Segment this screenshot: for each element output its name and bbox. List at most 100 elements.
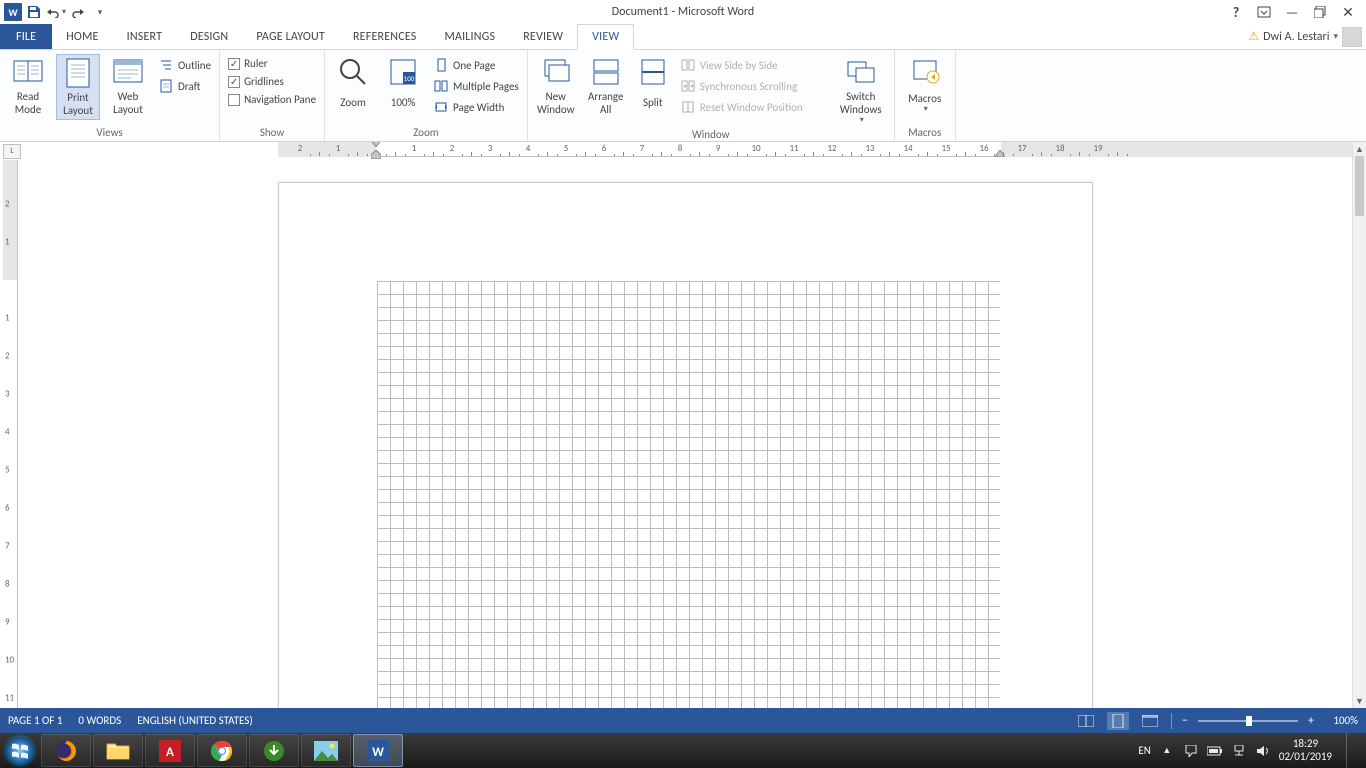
tray-volume-icon[interactable]	[1255, 743, 1271, 759]
ruler-checkbox[interactable]: ✓ Ruler	[226, 56, 318, 71]
gridlines-checkbox[interactable]: ✓ Gridlines	[226, 74, 318, 89]
print-layout-button[interactable]: Print Layout	[56, 54, 100, 120]
vertical-scrollbar[interactable]: ▲ ▼	[1352, 142, 1366, 708]
group-zoom: Zoom 100 100% One Page Multiple Pages Pa…	[325, 50, 528, 141]
arrange-all-button[interactable]: Arrange All	[584, 54, 628, 118]
svg-text:A: A	[166, 745, 174, 760]
tab-references[interactable]: REFERENCES	[339, 24, 431, 49]
vertical-ruler[interactable]: 211234567891011	[3, 160, 18, 708]
group-show: ✓ Ruler ✓ Gridlines Navigation Pane Show	[220, 50, 325, 141]
one-page-button[interactable]: One Page	[431, 56, 521, 74]
tray-time: 18:29	[1279, 738, 1332, 751]
web-layout-view-button[interactable]	[1139, 712, 1161, 730]
tab-selector[interactable]: L	[3, 144, 21, 159]
minimize-button[interactable]: —	[1282, 2, 1302, 22]
tray-battery-icon[interactable]	[1207, 743, 1223, 759]
taskbar-chrome[interactable]	[197, 734, 247, 767]
tab-review[interactable]: REVIEW	[509, 24, 577, 49]
scroll-up-button[interactable]: ▲	[1353, 142, 1366, 156]
split-button[interactable]: Split	[634, 54, 672, 118]
zoom-button[interactable]: Zoom	[331, 54, 375, 118]
taskbar-photo-viewer[interactable]	[301, 734, 351, 767]
web-layout-icon	[112, 56, 144, 88]
chevron-down-icon[interactable]: ▾	[1333, 31, 1338, 42]
word-app-icon: W	[4, 3, 22, 21]
tray-clock[interactable]: 18:29 02/01/2019	[1279, 738, 1332, 763]
zoom-slider-thumb[interactable]	[1246, 716, 1252, 726]
zoom-level[interactable]: 100%	[1324, 714, 1358, 727]
outline-button[interactable]: Outline	[156, 56, 213, 74]
tab-insert[interactable]: INSERT	[113, 24, 177, 49]
pdf-icon: A	[159, 740, 181, 762]
tray-network-icon[interactable]	[1231, 743, 1247, 759]
hanging-indent-marker[interactable]	[371, 150, 381, 159]
group-macros-label: Macros	[901, 126, 949, 141]
tab-page-layout[interactable]: PAGE LAYOUT	[242, 24, 339, 49]
save-button[interactable]	[24, 2, 44, 22]
tray-language[interactable]: EN	[1138, 744, 1150, 757]
status-bar: PAGE 1 OF 1 0 WORDS ENGLISH (UNITED STAT…	[0, 708, 1366, 733]
horizontal-ruler[interactable]: 2112345678910111213141516171819	[278, 142, 1346, 157]
restore-button[interactable]	[1310, 2, 1330, 22]
tab-mailings[interactable]: MAILINGS	[430, 24, 509, 49]
outline-icon	[158, 57, 174, 73]
quick-access-toolbar: W ▾ ▾	[0, 2, 110, 22]
user-account[interactable]: ⚠ Dwi A. Lestari ▾	[1248, 24, 1362, 49]
checkbox-icon: ✓	[228, 58, 240, 70]
close-button[interactable]: ✕	[1338, 2, 1358, 22]
nav-pane-checkbox[interactable]: Navigation Pane	[226, 92, 318, 107]
undo-button[interactable]: ▾	[46, 2, 66, 22]
first-line-indent-marker[interactable]	[371, 142, 381, 147]
ribbon: Read Mode Print Layout Web Layout Outlin…	[0, 50, 1366, 142]
taskbar-idm[interactable]	[249, 734, 299, 767]
page-width-label: Page Width	[453, 101, 504, 114]
read-mode-button[interactable]: Read Mode	[6, 54, 50, 118]
status-page[interactable]: PAGE 1 OF 1	[8, 714, 62, 727]
taskbar-adobe-reader[interactable]: A	[145, 734, 195, 767]
zoom-out-button[interactable]: −	[1182, 714, 1188, 728]
scroll-down-button[interactable]: ▼	[1353, 694, 1366, 708]
page-width-button[interactable]: Page Width	[431, 98, 521, 116]
group-macros: Macros▾ Macros	[895, 50, 956, 141]
print-layout-view-button[interactable]	[1107, 712, 1129, 730]
switch-windows-button[interactable]: Switch Windows▾	[834, 54, 888, 128]
help-button[interactable]: ?	[1226, 2, 1246, 22]
tab-view[interactable]: VIEW	[577, 24, 634, 50]
tab-file[interactable]: FILE	[0, 24, 52, 49]
group-window: New Window Arrange All Split View Side b…	[528, 50, 895, 141]
redo-button[interactable]	[68, 2, 88, 22]
status-words[interactable]: 0 WORDS	[78, 714, 121, 727]
read-mode-view-button[interactable]	[1075, 712, 1097, 730]
taskbar-word[interactable]: W	[353, 734, 403, 767]
taskbar-file-explorer[interactable]	[93, 734, 143, 767]
tab-design[interactable]: DESIGN	[176, 24, 242, 49]
document-page[interactable]	[278, 182, 1093, 708]
start-button[interactable]	[0, 733, 40, 768]
switch-windows-icon	[845, 56, 877, 88]
tab-home[interactable]: HOME	[52, 24, 112, 49]
macros-button[interactable]: Macros▾	[901, 54, 949, 118]
new-window-button[interactable]: New Window	[534, 54, 578, 118]
multiple-pages-button[interactable]: Multiple Pages	[431, 77, 521, 95]
show-hidden-icons-button[interactable]: ▲	[1159, 743, 1175, 759]
undo-icon	[46, 6, 60, 18]
hundred-percent-button[interactable]: 100 100%	[381, 54, 425, 118]
tray-date: 02/01/2019	[1279, 751, 1332, 764]
zoom-in-button[interactable]: +	[1308, 714, 1314, 728]
scroll-thumb[interactable]	[1355, 156, 1364, 216]
avatar[interactable]	[1342, 27, 1362, 47]
chevron-down-icon[interactable]: ▾	[62, 7, 66, 17]
redo-icon	[71, 6, 85, 18]
draft-button[interactable]: Draft	[156, 77, 213, 95]
taskbar-firefox[interactable]	[41, 734, 91, 767]
web-layout-button[interactable]: Web Layout	[106, 54, 150, 118]
show-desktop-button[interactable]	[1346, 733, 1356, 768]
document-area: 211234567891011	[0, 160, 1352, 708]
ribbon-display-options-button[interactable]	[1254, 2, 1274, 22]
word-icon: W	[367, 740, 389, 762]
zoom-slider[interactable]	[1198, 720, 1298, 722]
qat-customize-button[interactable]: ▾	[90, 2, 110, 22]
print-layout-label: Print Layout	[59, 91, 97, 117]
status-language[interactable]: ENGLISH (UNITED STATES)	[137, 714, 252, 727]
tray-action-center-icon[interactable]	[1183, 743, 1199, 759]
